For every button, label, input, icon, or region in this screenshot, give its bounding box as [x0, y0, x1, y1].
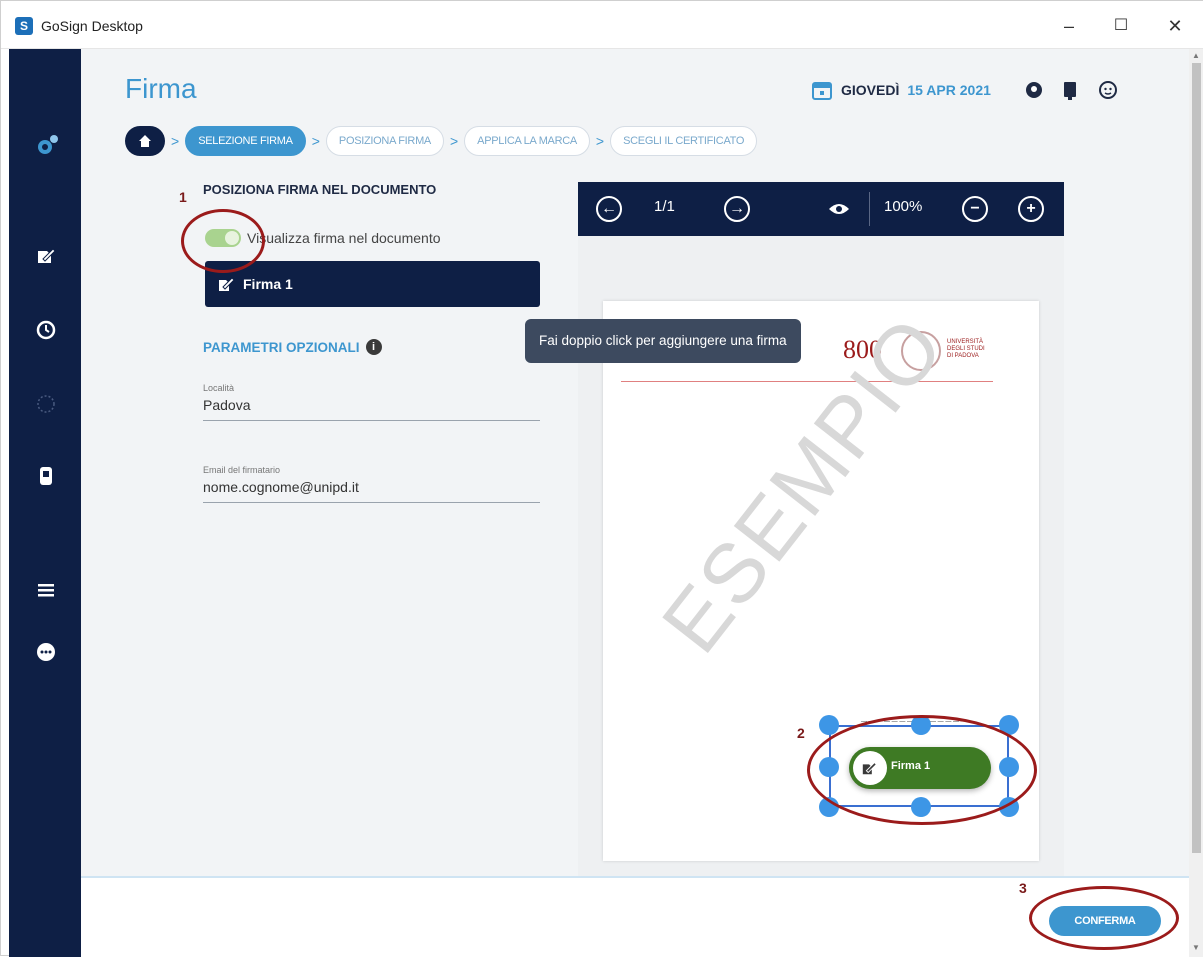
breadcrumb-separator: >: [171, 133, 180, 149]
notifications-icon[interactable]: [1059, 79, 1081, 101]
home-button[interactable]: [125, 126, 165, 156]
breadcrumb: > SELEZIONE FIRMA > POSIZIONA FIRMA > AP…: [125, 125, 758, 157]
home-icon: [139, 135, 151, 147]
footer-bar: 3 CONFERMA: [81, 876, 1189, 957]
signature-item-label: Firma 1: [243, 276, 293, 292]
vertical-scrollbar[interactable]: ▲ ▼: [1189, 49, 1203, 957]
location-input[interactable]: Padova: [203, 397, 540, 420]
info-icon[interactable]: i: [365, 339, 382, 355]
maximize-button[interactable]: ☐: [1101, 11, 1141, 41]
annotation-1: 1: [179, 189, 187, 205]
loading-spinner-icon: [33, 391, 59, 417]
annotation-2: 2: [797, 725, 805, 741]
list-menu-icon[interactable]: [33, 577, 59, 603]
support-icon[interactable]: [1023, 79, 1045, 101]
page-title: Firma: [125, 73, 197, 104]
annotation-ring-2: [807, 715, 1037, 825]
certificate-device-icon[interactable]: [33, 463, 59, 489]
current-date: GIOVEDÌ 15 APR 2021: [811, 79, 991, 101]
date-weekday: GIOVEDÌ: [841, 82, 900, 98]
sidebar: [9, 49, 81, 957]
viewer-toolbar: ← 1/1 → 100% − +: [578, 182, 1064, 236]
close-button[interactable]: ✕: [1155, 11, 1195, 41]
location-field[interactable]: Località Padova: [203, 383, 540, 421]
annotation-ring-1: [181, 209, 265, 273]
settings-gear-icon[interactable]: [33, 133, 59, 159]
email-label: Email del firmatario: [203, 465, 281, 475]
location-label: Località: [203, 383, 235, 393]
zoom-level: 100%: [884, 198, 923, 215]
next-page-button[interactable]: →: [724, 196, 750, 222]
email-input[interactable]: nome.cognome@unipd.it: [203, 479, 540, 502]
zoom-out-button[interactable]: −: [962, 196, 988, 222]
step-applica-marca[interactable]: APPLICA LA MARCA: [464, 126, 590, 156]
breadcrumb-separator: >: [311, 133, 320, 149]
user-profile-icon[interactable]: [1097, 79, 1119, 101]
preview-eye-icon[interactable]: [828, 201, 850, 217]
page-indicator: 1/1: [654, 198, 675, 215]
previous-page-button[interactable]: ←: [596, 196, 622, 222]
confirm-button[interactable]: CONFERMA: [1049, 906, 1161, 936]
calendar-icon: [812, 82, 832, 100]
annotation-3: 3: [1019, 880, 1027, 896]
window-title: GoSign Desktop: [41, 18, 143, 34]
app-window: S GoSign Desktop – ☐ ✕ Firma GIOVEDÌ 15 …: [0, 0, 1203, 957]
scroll-down-icon[interactable]: ▼: [1192, 943, 1200, 952]
email-field[interactable]: Email del firmatario nome.cognome@unipd.…: [203, 465, 540, 503]
breadcrumb-separator: >: [449, 133, 459, 149]
signature-item-button[interactable]: Firma 1: [205, 261, 540, 307]
title-bar: S GoSign Desktop – ☐ ✕: [1, 1, 1203, 49]
step-selezione-firma[interactable]: SELEZIONE FIRMA: [185, 126, 306, 156]
optional-params-label: PARAMETRI OPZIONALI: [203, 339, 360, 355]
date-value: 15 APR 2021: [907, 82, 991, 98]
zoom-in-button[interactable]: +: [1018, 196, 1044, 222]
double-click-tooltip: Fai doppio click per aggiungere una firm…: [525, 319, 801, 363]
toolbar-divider: [869, 192, 870, 226]
step-posiziona-firma[interactable]: POSIZIONA FIRMA: [325, 126, 444, 156]
optional-params-title: PARAMETRI OPZIONALI i: [203, 339, 382, 355]
minimize-button[interactable]: –: [1049, 11, 1089, 41]
app-logo-icon: S: [15, 17, 33, 35]
sign-pen-icon: [219, 277, 235, 291]
toggle-label: Visualizza firma nel documento: [247, 230, 441, 246]
breadcrumb-separator: >: [595, 133, 605, 149]
scroll-thumb[interactable]: [1192, 63, 1201, 853]
more-options-icon[interactable]: [33, 639, 59, 665]
sign-document-icon[interactable]: [33, 243, 59, 269]
section-title: POSIZIONA FIRMA NEL DOCUMENTO: [203, 182, 437, 197]
scroll-up-icon[interactable]: ▲: [1192, 51, 1200, 60]
main-panel: Firma GIOVEDÌ 15 APR 2021 > SELEZIONE FI…: [81, 49, 1189, 876]
history-clock-icon[interactable]: [33, 317, 59, 343]
step-scegli-certificato[interactable]: SCEGLI IL CERTIFICATO: [610, 126, 758, 156]
